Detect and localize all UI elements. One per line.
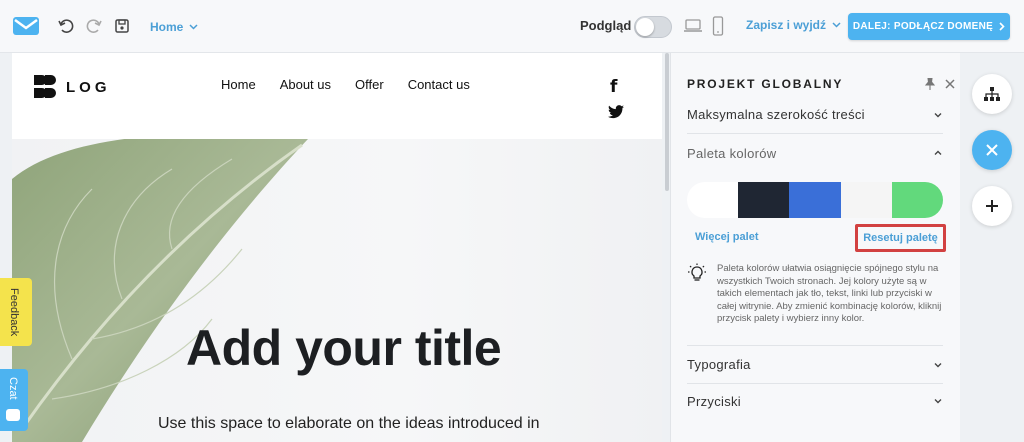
next-button-label: DALEJ: PODŁĄCZ DOMENĘ <box>852 21 994 32</box>
nav-item-home[interactable]: Home <box>221 77 256 92</box>
preview-label: Podgląd <box>580 18 632 33</box>
site-header[interactable]: LOG Home About us Offer Contact us f <box>12 53 662 139</box>
feedback-tab[interactable]: Feedback <box>0 278 32 346</box>
chevron-right-icon <box>999 22 1005 31</box>
plus-icon <box>986 200 998 212</box>
close-icon[interactable] <box>945 79 955 89</box>
accordion-row[interactable]: Typografia <box>687 346 943 384</box>
site-nav: Home About us Offer Contact us <box>221 77 470 92</box>
palette-swatch[interactable] <box>789 182 841 218</box>
chevron-down-icon <box>189 24 198 30</box>
toggle-knob <box>636 18 654 36</box>
color-palette[interactable] <box>687 182 943 218</box>
site-logo-icon <box>34 75 56 98</box>
chat-bubble-icon <box>6 409 20 421</box>
palette-hint-text: Paleta kolorów ułatwia osiągnięcie spójn… <box>717 263 942 324</box>
palette-swatch[interactable] <box>687 182 739 218</box>
facebook-icon[interactable]: f <box>610 77 617 97</box>
scroll-thumb[interactable] <box>665 53 669 191</box>
page-select[interactable]: Home <box>150 18 198 36</box>
reset-palette-button[interactable]: Resetuj paletę <box>855 224 946 252</box>
chevron-down-icon <box>934 399 942 404</box>
nav-item-contact[interactable]: Contact us <box>408 77 470 92</box>
reset-palette-label: Resetuj paletę <box>863 232 938 244</box>
chevron-up-icon <box>934 150 942 155</box>
hero-section[interactable]: Add your title Use this space to elabora… <box>12 139 662 442</box>
page-select-label: Home <box>150 20 184 34</box>
preview-toggle[interactable] <box>634 16 672 38</box>
chat-tab[interactable]: Czat <box>0 369 28 431</box>
site-preview-canvas[interactable]: LOG Home About us Offer Contact us f Add… <box>12 53 662 442</box>
palette-swatch[interactable] <box>840 182 892 218</box>
accordion-max-width[interactable]: Maksymalna szerokość treści <box>687 96 943 134</box>
accordion-label: Paleta kolorów <box>687 145 777 161</box>
close-panel-button[interactable] <box>972 130 1012 170</box>
site-logo[interactable]: LOG <box>34 75 111 99</box>
desktop-view-icon[interactable] <box>682 17 704 35</box>
leaf-image <box>12 139 308 442</box>
nav-item-about[interactable]: About us <box>280 77 331 92</box>
nav-item-offer[interactable]: Offer <box>355 77 384 92</box>
sitemap-button[interactable] <box>972 74 1012 114</box>
canvas-scrollbar[interactable] <box>665 53 669 442</box>
close-icon <box>986 144 998 156</box>
next-connect-domain-button[interactable]: DALEJ: PODŁĄCZ DOMENĘ <box>848 13 1010 40</box>
accordion-palette[interactable]: Paleta kolorów <box>687 134 943 172</box>
palette-swatch[interactable] <box>738 182 790 218</box>
lightbulb-icon <box>688 263 706 281</box>
save-exit-label: Zapisz i wyjdź <box>746 18 827 32</box>
accordion-row[interactable]: Przyciski <box>687 382 943 420</box>
palette-swatch[interactable] <box>891 182 943 218</box>
chevron-down-icon <box>934 112 942 117</box>
accordion-label: Typografia <box>687 357 751 372</box>
panel-title: PROJEKT GLOBALNY <box>687 77 844 91</box>
more-palettes-link[interactable]: Więcej palet <box>695 231 758 243</box>
chevron-down-icon <box>934 362 942 367</box>
redo-icon[interactable] <box>84 16 104 36</box>
hero-text[interactable]: Use this space to elaborate on the ideas… <box>158 415 540 433</box>
accordion-label: Przyciski <box>687 393 741 409</box>
chat-tab-label: Czat <box>7 377 19 400</box>
add-section-button[interactable] <box>972 186 1012 226</box>
global-design-panel: PROJEKT GLOBALNY Maksymalna szerokość tr… <box>670 53 960 442</box>
envelope-logo-icon[interactable] <box>12 15 40 37</box>
save-icon[interactable] <box>112 16 132 36</box>
save-exit-button[interactable]: Zapisz i wyjdź <box>746 18 841 32</box>
mobile-view-icon[interactable] <box>711 15 725 37</box>
pin-icon[interactable] <box>925 78 935 90</box>
accordion-buttons[interactable]: Przyciski <box>687 382 943 420</box>
undo-icon[interactable] <box>56 16 76 36</box>
accordion-label: Maksymalna szerokość treści <box>687 107 865 122</box>
accordion-typography[interactable]: Typografia <box>687 345 943 384</box>
accordion-row[interactable]: Paleta kolorów <box>687 134 943 172</box>
chevron-down-icon <box>832 22 841 28</box>
twitter-icon[interactable] <box>608 105 624 119</box>
accordion-row[interactable]: Maksymalna szerokość treści <box>687 96 943 134</box>
sitemap-icon <box>984 87 1000 101</box>
site-logo-text: LOG <box>66 78 111 96</box>
top-toolbar: Home Podgląd Zapisz i wyjdź DALEJ: PODŁĄ… <box>0 0 1024 53</box>
hero-title[interactable]: Add your title <box>186 319 502 377</box>
feedback-tab-label: Feedback <box>8 288 20 337</box>
